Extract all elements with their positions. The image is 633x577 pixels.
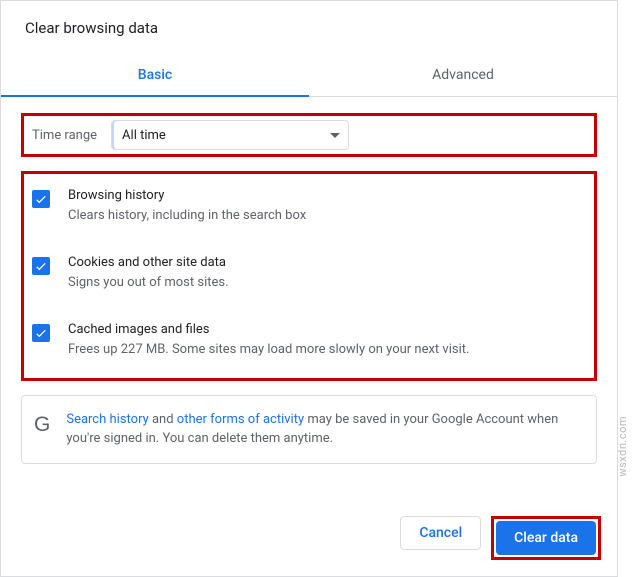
option-cache: Cached images and files Frees up 227 MB.… (32, 322, 586, 359)
dialog-body: Time range All time Browsing history Cle… (1, 97, 617, 502)
time-range-label: Time range (32, 128, 97, 143)
check-icon (34, 259, 48, 273)
option-browsing-history: Browsing history Clears history, includi… (32, 188, 586, 225)
checkbox-cookies[interactable] (32, 257, 50, 275)
highlight-clear-data: Clear data (491, 516, 601, 560)
clear-browsing-data-dialog: Clear browsing data Basic Advanced Time … (0, 0, 618, 577)
dialog-footer: Cancel Clear data (1, 502, 617, 576)
link-other-activity[interactable]: other forms of activity (177, 412, 304, 427)
check-icon (34, 326, 48, 340)
option-title: Cached images and files (68, 322, 586, 337)
time-range-value: All time (122, 128, 166, 143)
option-desc: Clears history, including in the search … (68, 207, 586, 225)
tabs: Basic Advanced (1, 55, 617, 97)
option-title: Cookies and other site data (68, 255, 586, 270)
option-text: Browsing history Clears history, includi… (68, 188, 586, 225)
option-desc: Signs you out of most sites. (68, 274, 586, 292)
clear-data-button[interactable]: Clear data (496, 521, 596, 555)
time-range-select[interactable]: All time (111, 120, 349, 150)
option-text: Cached images and files Frees up 227 MB.… (68, 322, 586, 359)
time-range-row: Time range All time (21, 113, 597, 157)
google-logo-icon: G (34, 414, 50, 435)
dialog-title: Clear browsing data (1, 1, 617, 55)
watermark: wsxdn.com (616, 416, 629, 477)
tab-basic[interactable]: Basic (1, 55, 309, 96)
option-text: Cookies and other site data Signs you ou… (68, 255, 586, 292)
option-title: Browsing history (68, 188, 586, 203)
options-group: Browsing history Clears history, includi… (21, 171, 597, 381)
chevron-down-icon (330, 133, 340, 138)
link-search-history[interactable]: Search history (66, 412, 148, 427)
cancel-button[interactable]: Cancel (400, 516, 481, 550)
info-text: Search history and other forms of activi… (66, 410, 580, 449)
checkbox-cache[interactable] (32, 324, 50, 342)
option-cookies: Cookies and other site data Signs you ou… (32, 255, 586, 292)
tab-advanced[interactable]: Advanced (309, 55, 617, 96)
google-account-info: G Search history and other forms of acti… (21, 395, 597, 464)
checkbox-browsing-history[interactable] (32, 190, 50, 208)
option-desc: Frees up 227 MB. Some sites may load mor… (68, 341, 586, 359)
check-icon (34, 192, 48, 206)
